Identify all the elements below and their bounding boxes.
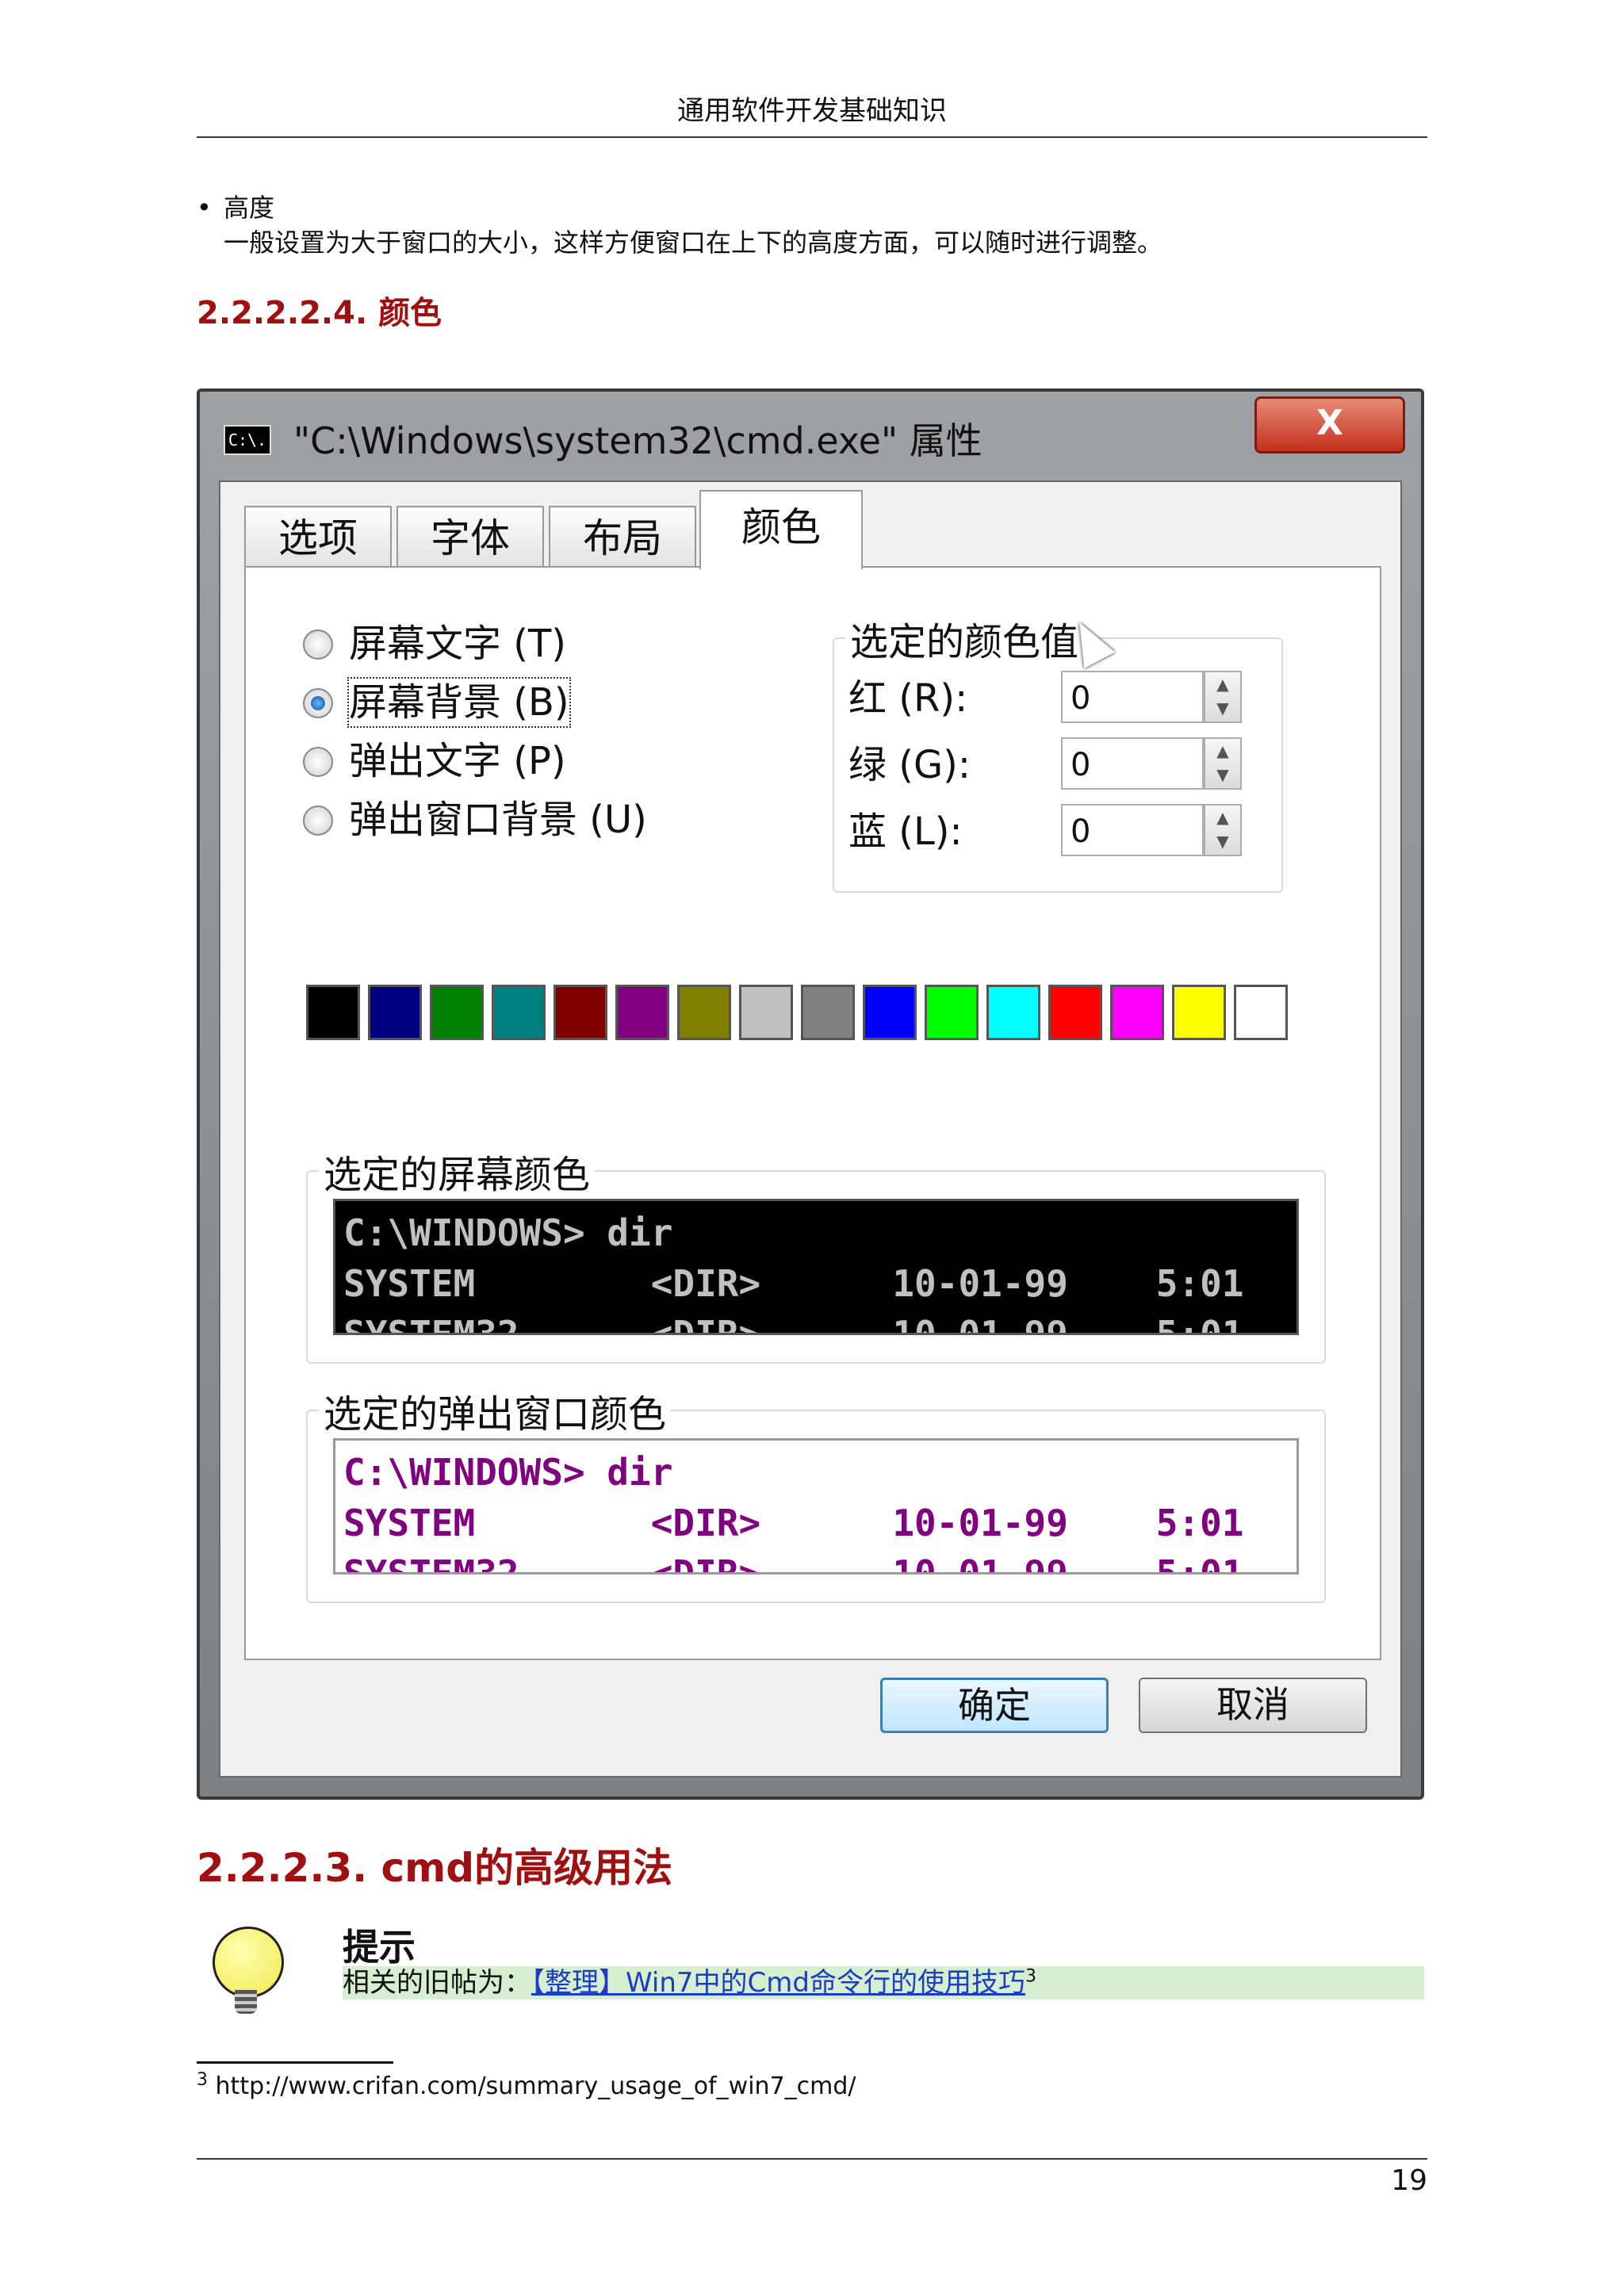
red-label: 红 (R): — [848, 676, 968, 721]
lightbulb-icon — [213, 1927, 284, 1998]
radio-label: 弹出窗口背景 (U) — [349, 798, 647, 842]
preview-line: SYSTEM <DIR> 10-01-99 5:01 — [343, 1502, 1244, 1544]
tab-font[interactable]: 字体 — [396, 506, 544, 568]
footnote: 3 http://www.crifan.com/summary_usage_of… — [197, 2070, 856, 2101]
footnote-divider — [197, 2061, 393, 2064]
down-arrow-icon[interactable]: ▼ — [1205, 829, 1240, 853]
tab-options[interactable]: 选项 — [244, 506, 392, 568]
cmd-icon: C:\. — [224, 425, 271, 455]
preview-line: C:\WINDOWS> dir — [343, 1451, 673, 1494]
color-swatch[interactable] — [925, 985, 979, 1040]
green-label: 绿 (G): — [848, 743, 971, 787]
red-input[interactable]: 0 — [1061, 671, 1204, 723]
popup-color-preview: C:\WINDOWS> dir SYSTEM <DIR> 10-01-99 5:0… — [333, 1438, 1299, 1575]
radio-button[interactable] — [303, 629, 333, 660]
red-spinner[interactable]: ▲ ▼ — [1204, 671, 1242, 723]
blue-label: 蓝 (L): — [848, 809, 963, 854]
tip-text: 相关的旧帖为：【整理】Win7中的Cmd命令行的使用技巧3 — [343, 1966, 1424, 1999]
group-label: 选定的颜色值 — [845, 610, 1084, 666]
tab-layout[interactable]: 布局 — [549, 506, 696, 568]
down-arrow-icon[interactable]: ▼ — [1205, 696, 1240, 720]
green-spinner[interactable]: ▲ ▼ — [1204, 737, 1242, 790]
preview-line: SYSTEM32 <DIR> 10-01-99 5:01 — [343, 1552, 1244, 1575]
color-swatch[interactable] — [492, 985, 546, 1040]
red-value-row: 红 (R): 0 ▲ ▼ — [848, 671, 1261, 726]
bullet-dot: • — [197, 193, 212, 223]
selected-color-values-group: 选定的颜色值 红 (R): 0 ▲ ▼ 绿 (G): 0 ▲ ▼ 蓝 (L): 0 … — [833, 610, 1283, 893]
tip-prefix: 相关的旧帖为： — [343, 1967, 531, 1999]
group-label: 选定的弹出窗口颜色 — [319, 1383, 672, 1438]
radio-button[interactable] — [303, 747, 333, 777]
color-swatch[interactable] — [677, 985, 731, 1040]
radio-label: 弹出文字 (P) — [349, 739, 566, 783]
radio-button[interactable] — [303, 806, 333, 836]
color-swatch[interactable] — [1172, 985, 1226, 1040]
section-heading-advanced: 2.2.2.3. cmd的高级用法 — [197, 1845, 673, 1891]
properties-dialog-screenshot: C:\. "C:\Windows\system32\cmd.exe" 属性 X … — [197, 388, 1424, 1800]
tab-colors[interactable]: 颜色 — [699, 490, 863, 569]
color-swatch[interactable] — [1234, 985, 1288, 1040]
color-swatch[interactable] — [368, 985, 422, 1040]
colors-tab-panel: 屏幕文字 (T) 屏幕背景 (B) 弹出文字 (P) 弹出窗口背景 (U) 选定… — [244, 566, 1381, 1660]
dialog-client-area: 选项 字体 布局 颜色 屏幕文字 (T) 屏幕背景 (B) 弹出文字 (P) 弹… — [219, 480, 1402, 1777]
bullet-description: 一般设置为大于窗口的大小，这样方便窗口在上下的高度方面，可以随时进行调整。 — [224, 228, 1163, 258]
color-swatch[interactable] — [739, 985, 793, 1040]
down-arrow-icon[interactable]: ▼ — [1205, 763, 1240, 786]
tip-title: 提示 — [343, 1926, 416, 1969]
page-number: 19 — [1391, 2164, 1427, 2197]
up-arrow-icon[interactable]: ▲ — [1205, 672, 1240, 696]
section-heading-color: 2.2.2.2.4. 颜色 — [197, 295, 442, 331]
color-swatch[interactable] — [553, 985, 607, 1040]
dialog-title: "C:\Windows\system32\cmd.exe" 属性 — [293, 419, 982, 462]
blue-input[interactable]: 0 — [1061, 804, 1204, 856]
radio-label: 屏幕文字 (T) — [349, 622, 567, 666]
footnote-text: http://www.crifan.com/summary_usage_of_w… — [215, 2072, 856, 2100]
footnote-number: 3 — [197, 2070, 208, 2090]
footer-divider — [197, 2158, 1427, 2160]
bullet-title: 高度 — [224, 193, 275, 223]
color-swatch[interactable] — [801, 985, 855, 1040]
bullet-item: • 高度 一般设置为大于窗口的大小，这样方便窗口在上下的高度方面，可以随时进行调整… — [197, 190, 1162, 260]
up-arrow-icon[interactable]: ▲ — [1205, 739, 1240, 763]
ok-button[interactable]: 确定 — [880, 1678, 1109, 1733]
preview-line: C:\WINDOWS> dir — [343, 1211, 673, 1254]
color-swatch[interactable] — [306, 985, 360, 1040]
popup-color-preview-group: 选定的弹出窗口颜色 C:\WINDOWS> dir SYSTEM <DIR> 10… — [306, 1383, 1326, 1603]
group-label: 选定的屏幕颜色 — [319, 1143, 596, 1199]
green-value-row: 绿 (G): 0 ▲ ▼ — [848, 737, 1261, 793]
green-input[interactable]: 0 — [1061, 737, 1204, 790]
up-arrow-icon[interactable]: ▲ — [1205, 806, 1240, 829]
preview-line: SYSTEM <DIR> 10-01-99 5:01 — [343, 1262, 1244, 1305]
screen-color-preview-group: 选定的屏幕颜色 C:\WINDOWS> dir SYSTEM <DIR> 10-0… — [306, 1143, 1326, 1364]
radio-label: 屏幕背景 (B) — [347, 677, 571, 728]
blue-value-row: 蓝 (L): 0 ▲ ▼ — [848, 804, 1261, 859]
lightbulb-base-icon — [235, 1990, 257, 2014]
footnote-ref[interactable]: 3 — [1025, 1967, 1036, 1987]
header-title: 通用软件开发基础知识 — [677, 95, 947, 127]
dialog-titlebar: C:\. "C:\Windows\system32\cmd.exe" 属性 X — [200, 392, 1421, 479]
color-swatch[interactable] — [1110, 985, 1164, 1040]
color-swatch[interactable] — [615, 985, 669, 1040]
blue-spinner[interactable]: ▲ ▼ — [1204, 804, 1242, 856]
cancel-button[interactable]: 取消 — [1139, 1678, 1367, 1733]
preview-line: SYSTEM32 <DIR> 10-01-99 5:01 — [343, 1313, 1244, 1335]
radio-button-checked[interactable] — [303, 688, 333, 718]
screen-color-preview: C:\WINDOWS> dir SYSTEM <DIR> 10-01-99 5:0… — [333, 1199, 1299, 1335]
tip-link[interactable]: 【整理】Win7中的Cmd命令行的使用技巧 — [531, 1967, 1025, 1999]
color-swatch[interactable] — [430, 985, 484, 1040]
color-swatch[interactable] — [863, 985, 917, 1040]
color-swatch[interactable] — [986, 985, 1040, 1040]
color-swatch[interactable] — [1048, 985, 1102, 1040]
close-button[interactable]: X — [1254, 396, 1405, 453]
page-header: 通用软件开发基础知识 — [197, 89, 1427, 138]
